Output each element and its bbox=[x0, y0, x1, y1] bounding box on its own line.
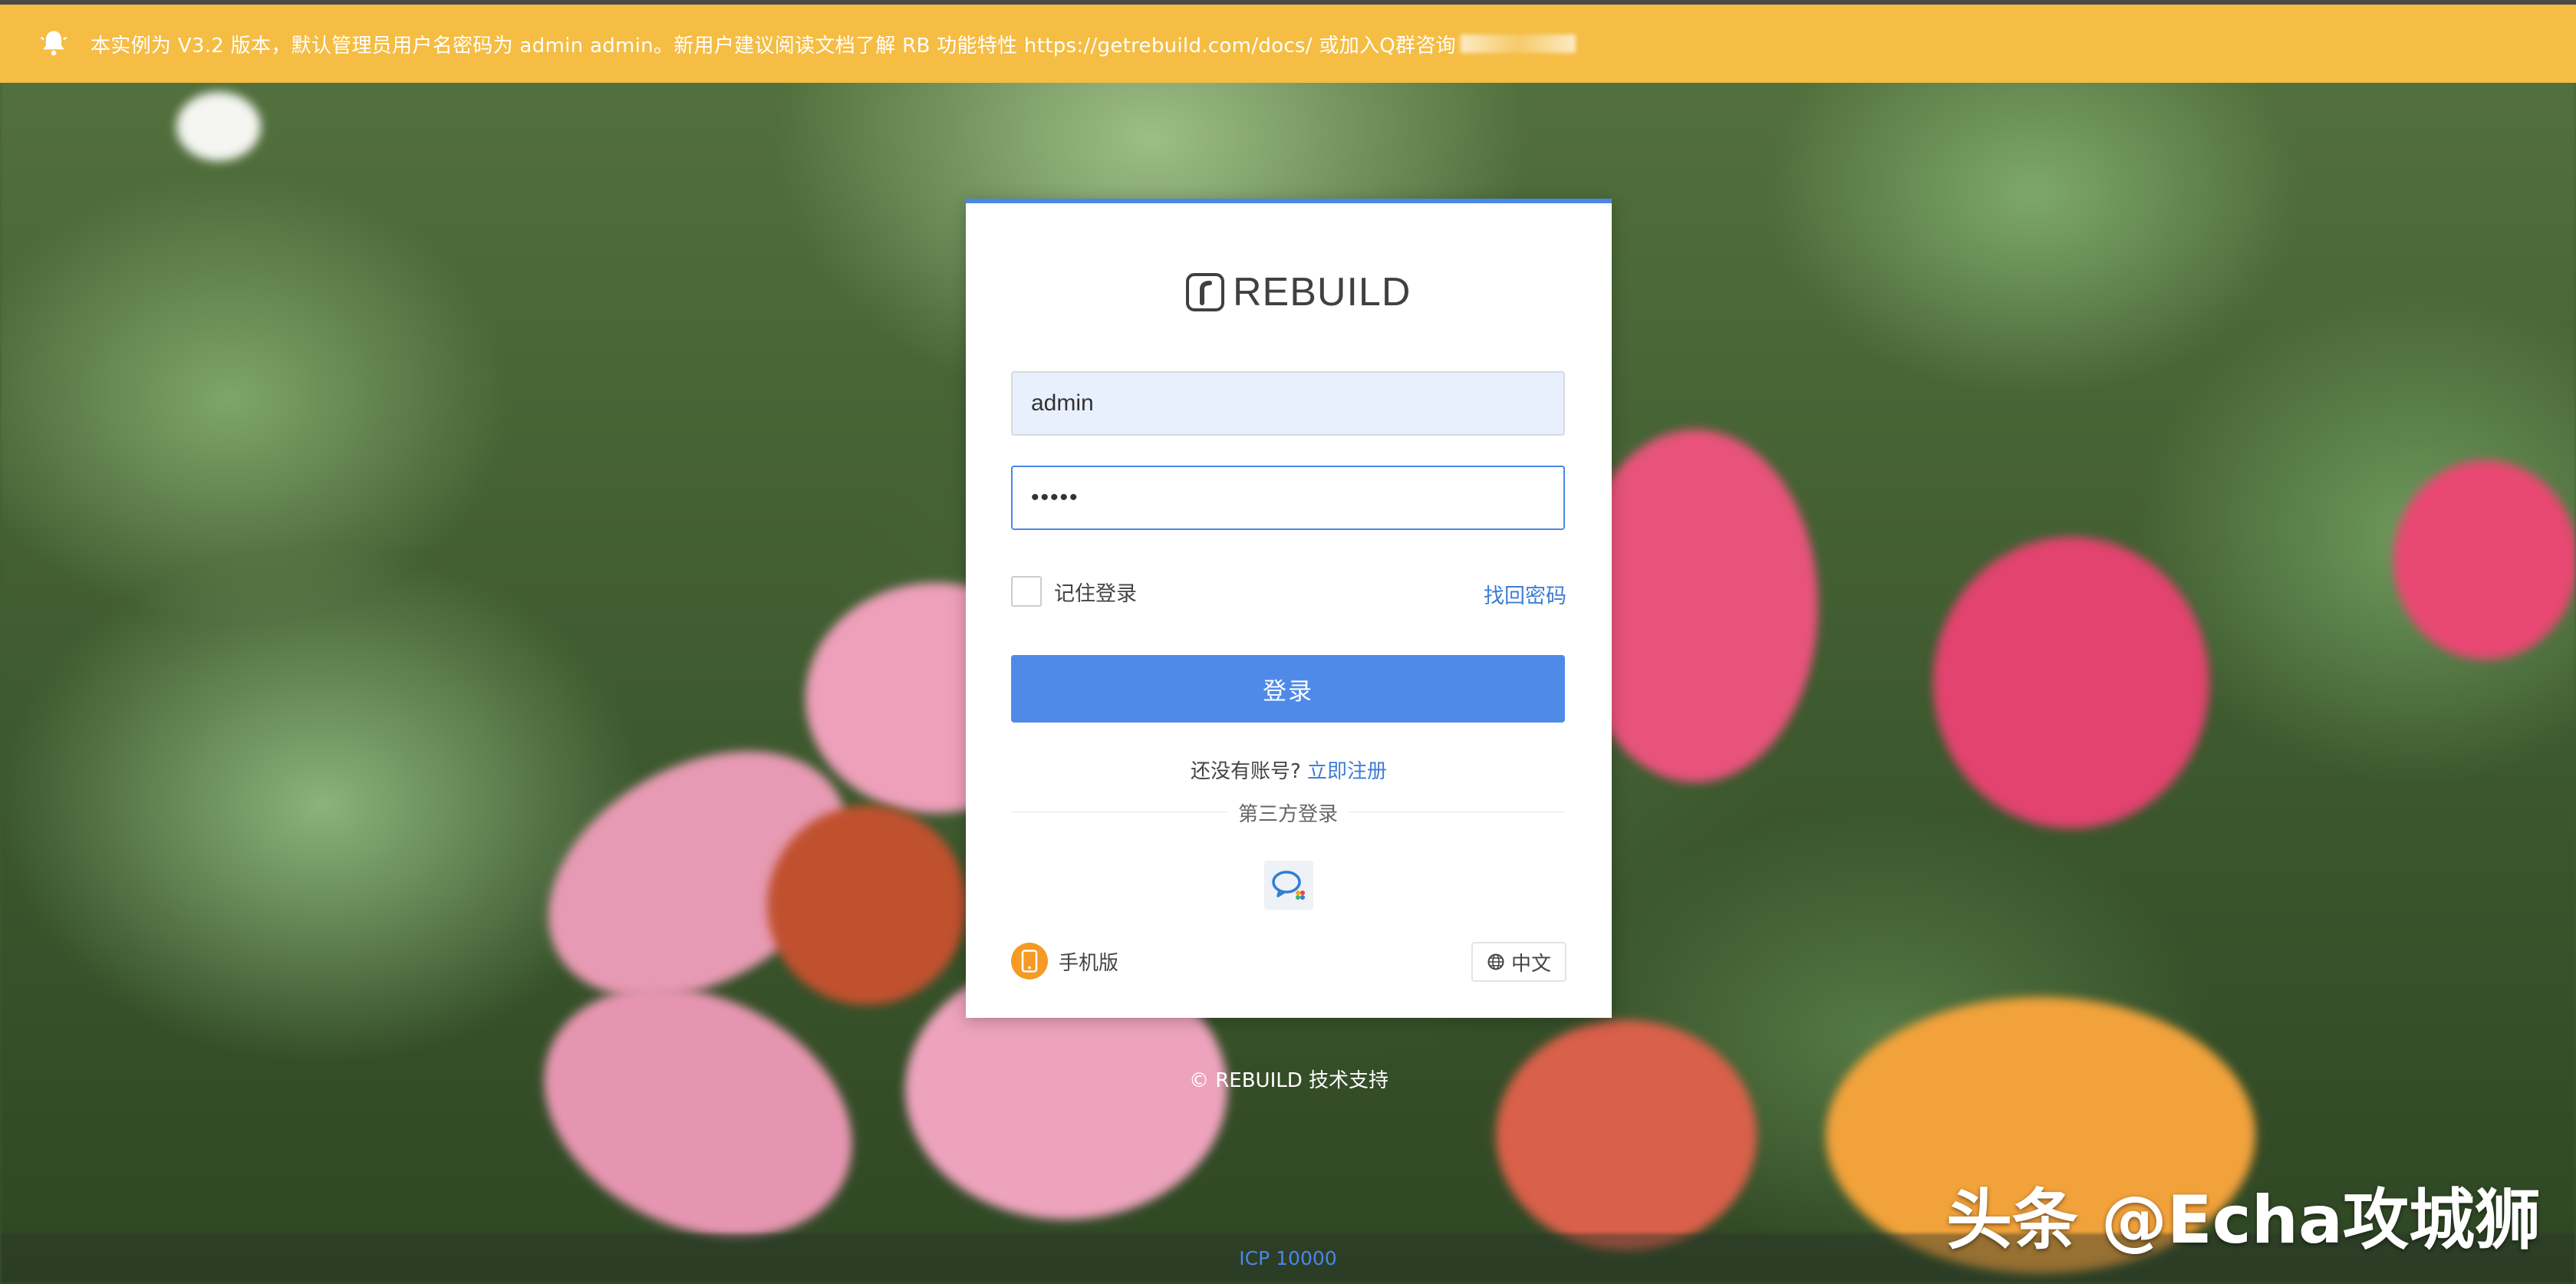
mobile-label: 手机版 bbox=[1059, 951, 1119, 975]
remember-checkbox[interactable] bbox=[1011, 576, 1042, 607]
redacted-contact bbox=[1460, 35, 1576, 53]
mobile-version-link[interactable]: 手机版 bbox=[1011, 943, 1118, 979]
register-prompt: 还没有账号? 立即注册 bbox=[966, 756, 1612, 784]
support-text: © REBUILD 技术支持 bbox=[1188, 1069, 1389, 1092]
username-input[interactable]: admin bbox=[1011, 371, 1565, 436]
language-switcher[interactable]: 中文 bbox=[1471, 942, 1566, 982]
brand-name: REBUILD bbox=[1233, 270, 1412, 314]
register-link[interactable]: 立即注册 bbox=[1307, 760, 1387, 783]
no-account-text: 还没有账号? bbox=[1190, 760, 1301, 783]
remember-label: 记住登录 bbox=[1054, 581, 1137, 606]
login-button[interactable]: 登录 bbox=[1011, 655, 1565, 723]
wechat-work-icon bbox=[1272, 871, 1305, 900]
globe-icon bbox=[1487, 953, 1504, 970]
watermark: 头条 @Echa攻城狮 bbox=[1946, 1182, 2541, 1259]
rebuild-logo-icon bbox=[1186, 273, 1224, 311]
forgot-password-link[interactable]: 找回密码 bbox=[1484, 579, 1566, 609]
third-party-label: 第三方登录 bbox=[1227, 798, 1349, 827]
brand-logo: REBUILD bbox=[1185, 269, 1411, 315]
notice-bar: 本实例为 V3.2 版本，默认管理员用户名密码为 admin admin。新用户… bbox=[0, 5, 2576, 83]
phone-icon bbox=[1011, 943, 1048, 979]
login-card: REBUILD admin ••••• 记住登录 找回密码 登录 还没有账号? … bbox=[966, 199, 1612, 1018]
language-label: 中文 bbox=[1510, 952, 1551, 976]
password-input[interactable]: ••••• bbox=[1011, 466, 1565, 530]
notice-text: 本实例为 V3.2 版本，默认管理员用户名密码为 admin admin。新用户… bbox=[91, 34, 1456, 58]
wechat-work-login-button[interactable] bbox=[1264, 861, 1313, 910]
third-party-divider: 第三方登录 bbox=[1011, 798, 1565, 827]
remember-login[interactable]: 记住登录 bbox=[1011, 576, 1137, 607]
bell-icon bbox=[40, 31, 68, 56]
